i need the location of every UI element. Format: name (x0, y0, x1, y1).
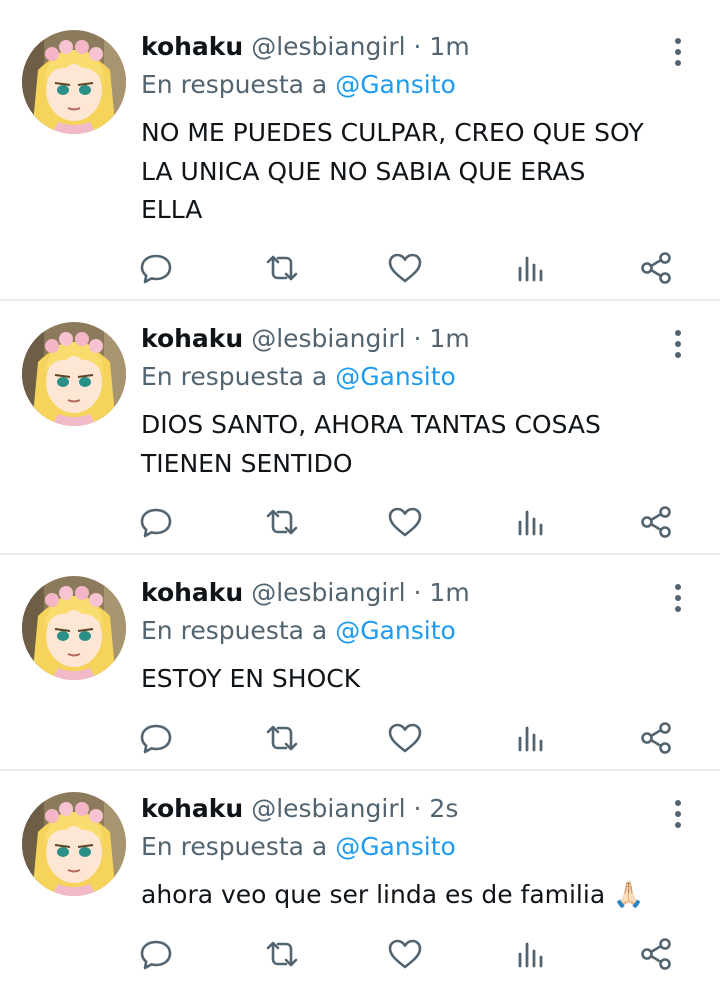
display-name[interactable]: kohaku (141, 578, 243, 607)
tweet-header: kohaku @lesbiangirl · 1m (141, 324, 470, 353)
reply-mention-link[interactable]: @Gansito (335, 362, 456, 391)
avatar[interactable] (22, 792, 126, 896)
more-vertical-icon[interactable] (668, 32, 688, 72)
reply-context: En respuesta a @Gansito (141, 832, 456, 861)
analytics-icon[interactable] (511, 248, 551, 288)
reply-mention-link[interactable]: @Gansito (335, 70, 456, 99)
heart-icon[interactable] (385, 502, 425, 542)
analytics-icon[interactable] (511, 718, 551, 758)
tweet-header: kohaku @lesbiangirl · 1m (141, 32, 470, 61)
retweet-icon[interactable] (262, 934, 302, 974)
share-icon[interactable] (636, 502, 676, 542)
reply-icon[interactable] (136, 502, 176, 542)
separator-dot: · (413, 578, 422, 607)
reply-prefix: En respuesta a (141, 832, 336, 861)
tweet-text-line: DIOS SANTO, AHORA TANTAS COSAS (141, 410, 601, 439)
tweet-header: kohaku @lesbiangirl · 1m (141, 578, 470, 607)
timestamp[interactable]: 1m (429, 324, 469, 353)
display-name[interactable]: kohaku (141, 324, 243, 353)
tweet[interactable]: kohaku @lesbiangirl · 1m En respuesta a … (0, 572, 720, 768)
avatar[interactable] (22, 322, 126, 426)
display-name[interactable]: kohaku (141, 794, 243, 823)
reply-icon[interactable] (136, 248, 176, 288)
divider (0, 299, 720, 301)
heart-icon[interactable] (385, 718, 425, 758)
reply-prefix: En respuesta a (141, 70, 336, 99)
avatar[interactable] (22, 30, 126, 134)
tweet[interactable]: kohaku @lesbiangirl · 1m En respuesta a … (0, 318, 720, 552)
timestamp[interactable]: 1m (429, 578, 469, 607)
more-vertical-icon[interactable] (668, 324, 688, 364)
heart-icon[interactable] (385, 248, 425, 288)
avatar[interactable] (22, 576, 126, 680)
retweet-icon[interactable] (262, 502, 302, 542)
tweet[interactable]: kohaku @lesbiangirl · 2s En respuesta a … (0, 788, 720, 981)
user-handle[interactable]: @lesbiangirl (251, 32, 405, 61)
tweet-text-line: ESTOY EN SHOCK (141, 664, 361, 693)
separator-dot: · (413, 32, 422, 61)
user-handle[interactable]: @lesbiangirl (251, 794, 405, 823)
tweet-text: ahora veo que ser linda es de familia 🙏🏻 (141, 876, 701, 915)
analytics-icon[interactable] (511, 502, 551, 542)
retweet-icon[interactable] (262, 248, 302, 288)
more-vertical-icon[interactable] (668, 794, 688, 834)
tweet-text-line: NO ME PUEDES CULPAR, CREO QUE SOY (141, 118, 644, 147)
separator-dot: · (413, 794, 422, 823)
reply-icon[interactable] (136, 934, 176, 974)
heart-icon[interactable] (385, 934, 425, 974)
display-name[interactable]: kohaku (141, 32, 243, 61)
timestamp[interactable]: 1m (429, 32, 469, 61)
tweet-text-line: LA UNICA QUE NO SABIA QUE ERAS (141, 156, 586, 186)
share-icon[interactable] (636, 718, 676, 758)
share-icon[interactable] (636, 934, 676, 974)
user-handle[interactable]: @lesbiangirl (251, 324, 405, 353)
reply-prefix: En respuesta a (141, 616, 336, 645)
tweet-text: NO ME PUEDES CULPAR, CREO QUE SOY LA UNI… (141, 114, 701, 230)
tweet[interactable]: kohaku @lesbiangirl · 1m En respuesta a … (0, 26, 720, 298)
tweet-text-line: ahora veo que ser linda es de familia 🙏🏻 (141, 880, 645, 909)
reply-mention-link[interactable]: @Gansito (335, 832, 456, 861)
share-icon[interactable] (636, 248, 676, 288)
reply-prefix: En respuesta a (141, 362, 336, 391)
user-handle[interactable]: @lesbiangirl (251, 578, 405, 607)
reply-context: En respuesta a @Gansito (141, 70, 456, 99)
more-vertical-icon[interactable] (668, 578, 688, 618)
reply-context: En respuesta a @Gansito (141, 362, 456, 391)
tweet-text-line: ELLA (141, 195, 203, 224)
retweet-icon[interactable] (262, 718, 302, 758)
tweet-header: kohaku @lesbiangirl · 2s (141, 794, 458, 823)
tweet-text-line: TIENEN SENTIDO (141, 448, 353, 478)
divider (0, 769, 720, 771)
reply-icon[interactable] (136, 718, 176, 758)
timestamp[interactable]: 2s (429, 794, 458, 823)
reply-mention-link[interactable]: @Gansito (335, 616, 456, 645)
separator-dot: · (413, 324, 422, 353)
reply-context: En respuesta a @Gansito (141, 616, 456, 645)
tweet-text: DIOS SANTO, AHORA TANTAS COSAS TIENEN SE… (141, 406, 701, 483)
divider (0, 553, 720, 555)
analytics-icon[interactable] (511, 934, 551, 974)
tweet-text: ESTOY EN SHOCK (141, 660, 701, 699)
